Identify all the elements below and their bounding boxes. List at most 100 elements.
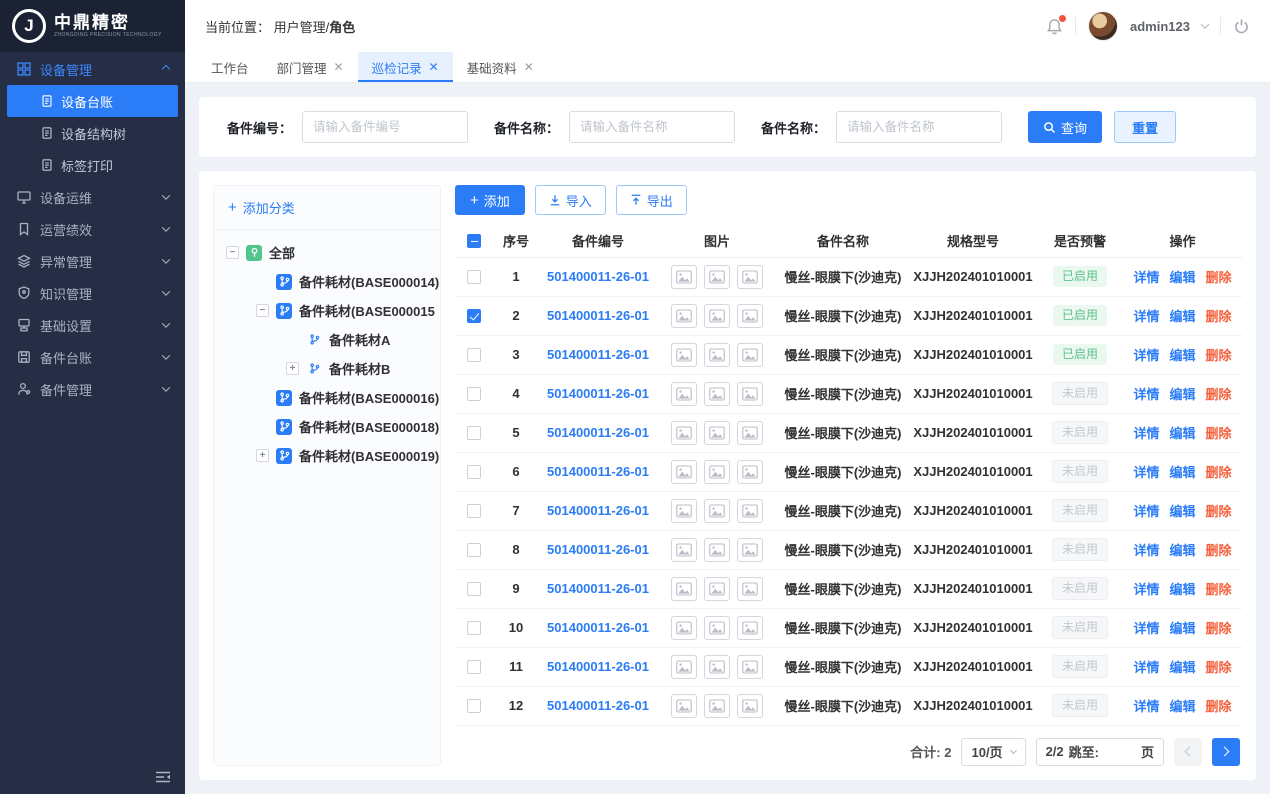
part-code-input[interactable] [302,111,468,143]
page-jump-box[interactable]: 2/2 跳至: 页 [1036,738,1164,766]
image-placeholder-icon[interactable] [704,538,730,562]
image-placeholder-icon[interactable] [737,616,763,640]
image-placeholder-icon[interactable] [671,577,697,601]
add-category-button[interactable]: + 添加分类 [214,186,440,230]
delete-link[interactable]: 删除 [1206,462,1232,481]
image-placeholder-icon[interactable] [671,343,697,367]
delete-link[interactable]: 删除 [1206,306,1232,325]
edit-link[interactable]: 编辑 [1169,345,1195,364]
tree-node-3[interactable]: 备件耗材A [218,325,436,354]
part-code-link[interactable]: 501400011-26-01 [547,347,649,362]
sidebar-item-label-printing[interactable]: 标签打印 [7,149,178,181]
image-placeholder-icon[interactable] [737,421,763,445]
delete-link[interactable]: 删除 [1206,345,1232,364]
part-code-link[interactable]: 501400011-26-01 [547,620,649,635]
part-name-1-input[interactable] [569,111,735,143]
edit-link[interactable]: 编辑 [1169,462,1195,481]
tree-node-2[interactable]: −备件耗材(BASE000015 [218,296,436,325]
image-placeholder-icon[interactable] [671,304,697,328]
notification-bell-icon[interactable] [1046,18,1063,35]
image-placeholder-icon[interactable] [704,421,730,445]
user-menu-chevron-icon[interactable] [1201,20,1209,28]
user-avatar[interactable] [1088,11,1118,41]
image-placeholder-icon[interactable] [704,616,730,640]
image-placeholder-icon[interactable] [737,343,763,367]
import-button[interactable]: 导入 [535,185,606,215]
sidebar-group-parts-management[interactable]: 备件管理 [0,373,185,405]
image-placeholder-icon[interactable] [737,538,763,562]
image-placeholder-icon[interactable] [737,304,763,328]
tree-node-4[interactable]: +备件耗材B [218,354,436,383]
image-placeholder-icon[interactable] [737,577,763,601]
part-code-link[interactable]: 501400011-26-01 [547,308,649,323]
tree-node-7[interactable]: +备件耗材(BASE000019) [218,441,436,470]
sidebar-group-exception-management[interactable]: 异常管理 [0,245,185,277]
close-tab-icon[interactable]: ✕ [524,61,534,73]
image-placeholder-icon[interactable] [671,460,697,484]
detail-link[interactable]: 详情 [1133,657,1159,676]
part-code-link[interactable]: 501400011-26-01 [547,425,649,440]
image-placeholder-icon[interactable] [704,343,730,367]
select-all-checkbox[interactable] [467,234,481,248]
edit-link[interactable]: 编辑 [1169,579,1195,598]
detail-link[interactable]: 详情 [1133,540,1159,559]
detail-link[interactable]: 详情 [1133,501,1159,520]
image-placeholder-icon[interactable] [704,499,730,523]
detail-link[interactable]: 详情 [1133,345,1159,364]
row-checkbox[interactable] [467,543,481,557]
part-code-link[interactable]: 501400011-26-01 [547,698,649,713]
delete-link[interactable]: 删除 [1206,579,1232,598]
part-name-2-input[interactable] [836,111,1002,143]
query-button[interactable]: 查询 [1028,111,1102,143]
part-code-link[interactable]: 501400011-26-01 [547,581,649,596]
edit-link[interactable]: 编辑 [1169,540,1195,559]
edit-link[interactable]: 编辑 [1169,306,1195,325]
part-code-link[interactable]: 501400011-26-01 [547,386,649,401]
close-tab-icon[interactable]: ✕ [334,61,344,73]
image-placeholder-icon[interactable] [737,382,763,406]
page-size-select[interactable]: 10/页 [961,738,1025,766]
part-code-link[interactable]: 501400011-26-01 [547,659,649,674]
image-placeholder-icon[interactable] [737,460,763,484]
part-code-link[interactable]: 501400011-26-01 [547,503,649,518]
row-checkbox[interactable] [467,504,481,518]
detail-link[interactable]: 详情 [1133,267,1159,286]
sidebar-group-operation-performance[interactable]: 运营绩效 [0,213,185,245]
sidebar-group-knowledge-management[interactable]: 知识管理 [0,277,185,309]
delete-link[interactable]: 删除 [1206,384,1232,403]
image-placeholder-icon[interactable] [704,304,730,328]
image-placeholder-icon[interactable] [737,694,763,718]
tab-basic-data[interactable]: 基础资料✕ [453,52,548,82]
logout-power-icon[interactable] [1233,18,1250,35]
detail-link[interactable]: 详情 [1133,384,1159,403]
tab-workbench[interactable]: 工作台 [197,52,263,82]
image-placeholder-icon[interactable] [671,265,697,289]
add-button[interactable]: + 添加 [455,185,525,215]
image-placeholder-icon[interactable] [671,694,697,718]
edit-link[interactable]: 编辑 [1169,423,1195,442]
part-code-link[interactable]: 501400011-26-01 [547,464,649,479]
row-checkbox[interactable] [467,465,481,479]
edit-link[interactable]: 编辑 [1169,501,1195,520]
edit-link[interactable]: 编辑 [1169,696,1195,715]
edit-link[interactable]: 编辑 [1169,267,1195,286]
tab-inspection-records[interactable]: 巡检记录✕ [358,52,453,82]
row-checkbox[interactable] [467,582,481,596]
delete-link[interactable]: 删除 [1206,696,1232,715]
delete-link[interactable]: 删除 [1206,267,1232,286]
image-placeholder-icon[interactable] [704,265,730,289]
close-tab-icon[interactable]: ✕ [429,61,439,73]
row-checkbox[interactable] [467,621,481,635]
export-button[interactable]: 导出 [616,185,687,215]
detail-link[interactable]: 详情 [1133,618,1159,637]
tree-node-0[interactable]: −全部 [218,238,436,267]
image-placeholder-icon[interactable] [671,499,697,523]
row-checkbox[interactable] [467,387,481,401]
detail-link[interactable]: 详情 [1133,579,1159,598]
part-code-link[interactable]: 501400011-26-01 [547,542,649,557]
tab-department-management[interactable]: 部门管理✕ [263,52,358,82]
image-placeholder-icon[interactable] [737,265,763,289]
reset-button[interactable]: 重置 [1114,111,1176,143]
row-checkbox[interactable] [467,309,481,323]
row-checkbox[interactable] [467,270,481,284]
